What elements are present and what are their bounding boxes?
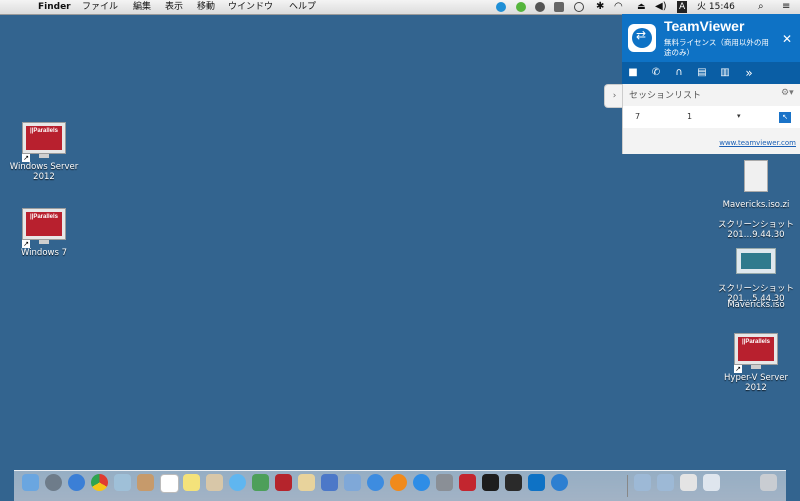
time-machine-icon[interactable] (574, 2, 584, 12)
alias-arrow-icon: ↗ (22, 240, 30, 248)
spotlight-icon[interactable]: ⌕ (758, 0, 764, 14)
teamviewer-toolbar: ■ ✆ ∩ ▤ ▥ » (622, 62, 800, 84)
documents-folder-icon[interactable] (634, 474, 651, 491)
wifi-icon[interactable]: ◠ (614, 0, 623, 14)
session-row[interactable]: 7 1 ▾ ↖ (623, 106, 800, 128)
desktop-icon-hyper-v-server-2012[interactable]: ||Parallels ↗ Hyper-V Server 2012 (714, 333, 798, 393)
menu-bar: Finder ファイル 編集 表示 移動 ウインドウ ヘルプ ✱ ◠ ⏏ ◀) … (0, 0, 800, 15)
teamviewer-icon[interactable] (528, 474, 545, 491)
session-list-title: セッションリスト (629, 91, 702, 101)
desktop-icon-label: スクリーンショット 201…9.44.30 (717, 220, 795, 240)
alias-arrow-icon: ↗ (734, 365, 742, 373)
stickies-icon[interactable] (183, 474, 200, 491)
xcode-icon[interactable] (321, 474, 338, 491)
gear-icon[interactable]: ⚙▾ (781, 88, 794, 98)
facetime-icon[interactable] (252, 474, 269, 491)
activity-monitor-icon[interactable] (505, 474, 522, 491)
session-count: 1 (687, 112, 693, 121)
onedrive-icon[interactable] (551, 474, 568, 491)
menu-window[interactable]: ウインドウ (228, 0, 273, 14)
terminal-icon[interactable] (482, 474, 499, 491)
app-menu-finder[interactable]: Finder (38, 0, 71, 14)
system-preferences-icon[interactable] (436, 474, 453, 491)
teamviewer-header: TeamViewer 無料ライセンス（商用以外の用途のみ） ✕ (622, 14, 800, 62)
safari-icon[interactable] (68, 474, 85, 491)
parallels-vm-icon: ||Parallels ↗ (22, 122, 66, 162)
applications-stack-icon[interactable] (703, 474, 720, 491)
eject-icon[interactable]: ⏏ (637, 0, 646, 14)
collapse-panel-chevron-icon[interactable]: › (604, 84, 624, 108)
headset-icon[interactable]: ∩ (672, 66, 686, 80)
screenshot-file-icon (734, 244, 778, 282)
parallels-vm-icon: ||Parallels ↗ (22, 208, 66, 248)
video-icon[interactable]: ■ (626, 66, 640, 80)
dock-separator (627, 475, 628, 497)
bluetooth-icon[interactable]: ✱ (596, 0, 604, 14)
menu-view[interactable]: 表示 (165, 0, 183, 14)
ibooks-icon[interactable] (390, 474, 407, 491)
cloud-icon[interactable] (535, 2, 545, 12)
launchpad-icon[interactable] (45, 474, 62, 491)
parallels-icon[interactable] (459, 474, 476, 491)
desktop-icon-label: Windows 7 (20, 248, 68, 258)
chat-icon[interactable]: ▤ (695, 66, 709, 80)
desktop-icon-screenshot-1[interactable]: スクリーンショット 201…9.44.30 (714, 186, 798, 240)
teamviewer-session-panel: セッションリスト ⚙▾ 7 1 ▾ ↖ www.teamviewer.com (622, 84, 800, 154)
teamviewer-website-link[interactable]: www.teamviewer.com (719, 139, 796, 147)
app-store-icon[interactable] (413, 474, 430, 491)
desktop-icon-label: Windows Server 2012 (9, 162, 79, 182)
teamviewer-title: TeamViewer (664, 18, 745, 34)
phone-icon[interactable]: ✆ (649, 66, 663, 80)
downloads-folder-icon[interactable] (657, 474, 674, 491)
messages-icon[interactable] (229, 474, 246, 491)
desktop-icon-label: Mavericks.iso (727, 300, 785, 310)
notes-icon[interactable] (298, 474, 315, 491)
volume-icon[interactable]: ◀) (655, 0, 667, 14)
menu-edit[interactable]: 編集 (133, 0, 151, 14)
connect-cursor-icon[interactable]: ↖ (779, 112, 791, 123)
parallels-vm-icon: ||Parallels ↗ (734, 333, 778, 373)
photo-booth-icon[interactable] (275, 474, 292, 491)
notification-center-icon[interactable]: ≡ (782, 0, 790, 14)
dock (14, 470, 786, 501)
menu-clock[interactable]: 火 15:46 (697, 0, 735, 14)
contacts-icon[interactable] (137, 474, 154, 491)
screenshots-stack-icon[interactable] (680, 474, 697, 491)
desktop-icon-windows-7[interactable]: ||Parallels ↗ Windows 7 (2, 208, 86, 258)
teamviewer-logo-icon (628, 24, 656, 52)
menu-go[interactable]: 移動 (197, 0, 215, 14)
preview-icon[interactable] (114, 474, 131, 491)
backup-icon[interactable] (554, 2, 564, 12)
menu-help[interactable]: ヘルプ (289, 0, 316, 14)
finder-icon[interactable] (22, 474, 39, 491)
input-method-indicator[interactable]: A (677, 1, 688, 13)
close-icon[interactable]: ✕ (782, 32, 792, 46)
evernote-icon[interactable] (516, 2, 526, 12)
chevron-down-icon[interactable]: ▾ (737, 112, 741, 120)
skype-icon[interactable] (496, 2, 506, 12)
alias-arrow-icon: ↗ (22, 154, 30, 162)
trash-icon[interactable] (760, 474, 777, 491)
mail-icon[interactable] (344, 474, 361, 491)
itunes-icon[interactable] (367, 474, 384, 491)
teamviewer-license-text: 無料ライセンス（商用以外の用途のみ） (664, 38, 769, 57)
chrome-icon[interactable] (91, 474, 108, 491)
files-icon[interactable]: ▥ (718, 66, 732, 80)
desktop-icon-mavericks-iso[interactable]: Mavericks.iso (714, 292, 798, 310)
desktop-icon-label: Hyper-V Server 2012 (724, 373, 788, 393)
photos-icon[interactable] (206, 474, 223, 491)
more-icon[interactable]: » (742, 66, 756, 80)
session-id: 7 (635, 112, 641, 121)
desktop-icon-windows-server-2012[interactable]: ||Parallels ↗ Windows Server 2012 (2, 122, 86, 182)
menu-file[interactable]: ファイル (82, 0, 118, 14)
calendar-icon[interactable] (160, 474, 179, 493)
